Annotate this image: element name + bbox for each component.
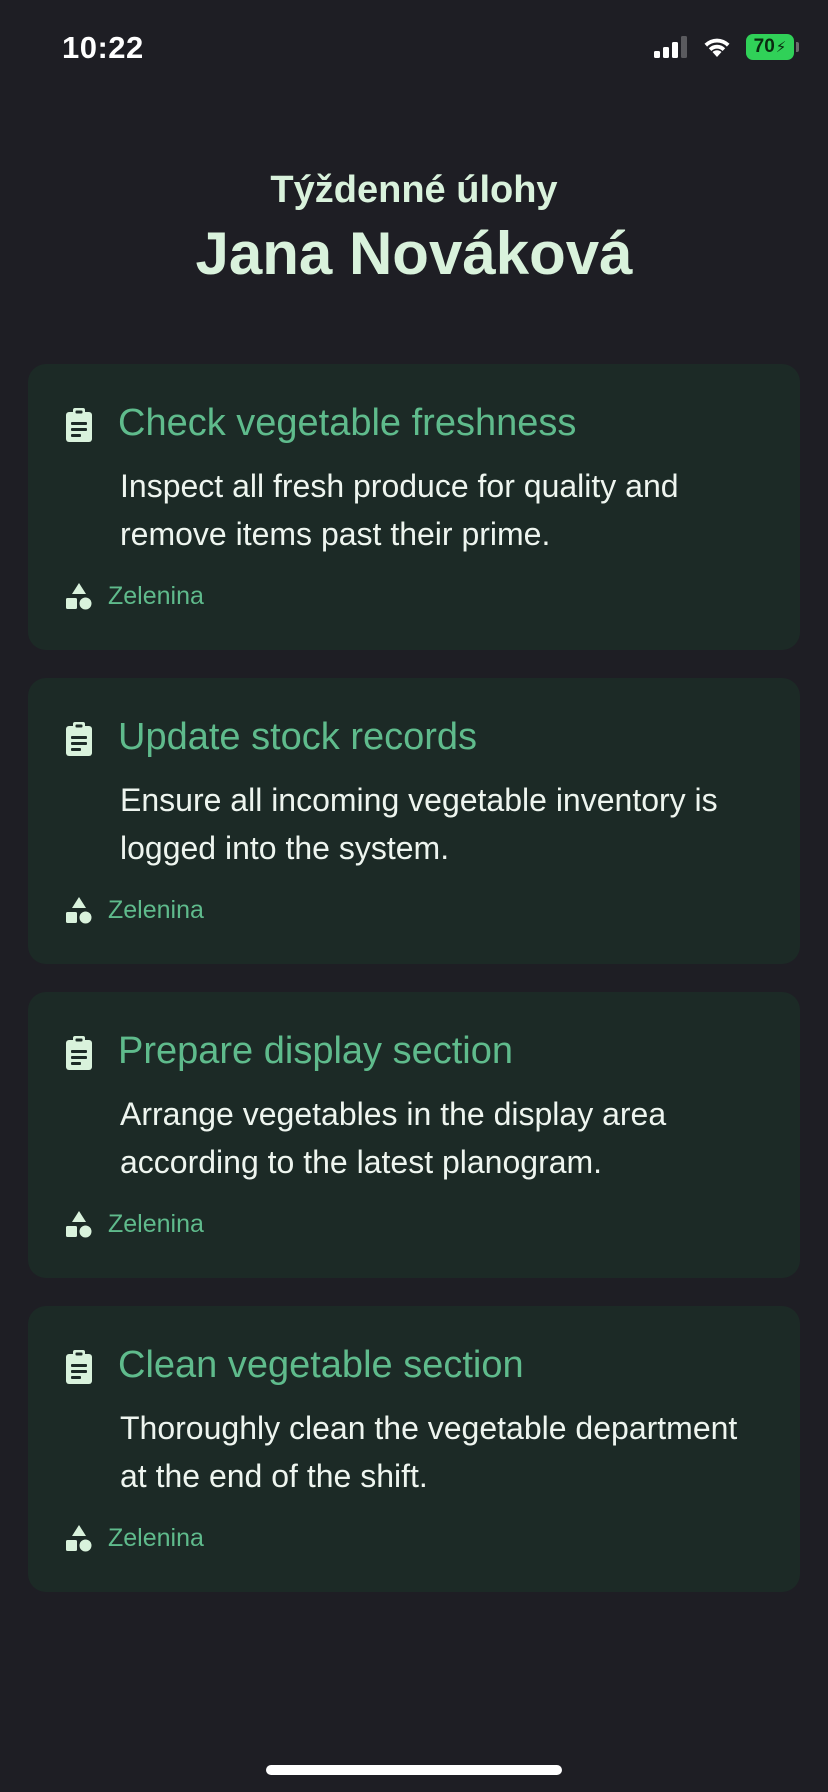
task-title: Check vegetable freshness	[118, 402, 577, 444]
task-card[interactable]: Check vegetable freshness Inspect all fr…	[28, 364, 800, 650]
task-title: Update stock records	[118, 716, 478, 758]
battery-icon: 70 ⚡	[746, 34, 799, 60]
task-card[interactable]: Update stock records Ensure all incoming…	[28, 678, 800, 964]
category-label: Zelenina	[108, 896, 204, 924]
task-description: Inspect all fresh produce for quality an…	[120, 468, 679, 552]
status-icons: 70 ⚡	[654, 34, 799, 60]
clipboard-icon	[66, 722, 92, 756]
task-title: Prepare display section	[118, 1030, 513, 1072]
battery-cap	[796, 42, 799, 52]
task-category: Zelenina	[66, 582, 204, 611]
clipboard-icon	[66, 1350, 92, 1384]
battery-level: 70	[753, 36, 775, 57]
task-category: Zelenina	[66, 1524, 204, 1553]
category-label: Zelenina	[108, 1524, 204, 1552]
category-label: Zelenina	[108, 582, 204, 610]
clipboard-icon	[66, 1036, 92, 1070]
task-category: Zelenina	[66, 1210, 204, 1239]
task-description: Thoroughly clean the vegetable departmen…	[120, 1410, 738, 1494]
wifi-icon	[704, 38, 730, 57]
shapes-icon	[66, 1210, 92, 1237]
signal-icon	[654, 36, 687, 58]
task-card[interactable]: Prepare display section Arrange vegetabl…	[28, 992, 800, 1278]
charging-bolt-icon: ⚡	[775, 39, 787, 56]
shapes-icon	[66, 896, 92, 923]
status-bar: 10:22 70 ⚡	[0, 0, 828, 100]
home-indicator[interactable]	[266, 1765, 562, 1775]
shapes-icon	[66, 582, 92, 609]
task-description: Ensure all incoming vegetable inventory …	[120, 782, 718, 866]
shapes-icon	[66, 1524, 92, 1551]
page-subtitle: Týždenné úlohy	[270, 169, 558, 211]
category-label: Zelenina	[108, 1210, 204, 1238]
page-header: Týždenné úlohy Jana Nováková	[0, 168, 828, 290]
page-title: Jana Nováková	[195, 219, 633, 287]
task-category: Zelenina	[66, 896, 204, 925]
task-description: Arrange vegetables in the display area a…	[120, 1096, 667, 1180]
task-title: Clean vegetable section	[118, 1344, 524, 1386]
clipboard-icon	[66, 408, 92, 442]
task-card[interactable]: Clean vegetable section Thoroughly clean…	[28, 1306, 800, 1592]
status-time: 10:22	[62, 30, 144, 65]
task-list: Check vegetable freshness Inspect all fr…	[28, 364, 800, 1620]
